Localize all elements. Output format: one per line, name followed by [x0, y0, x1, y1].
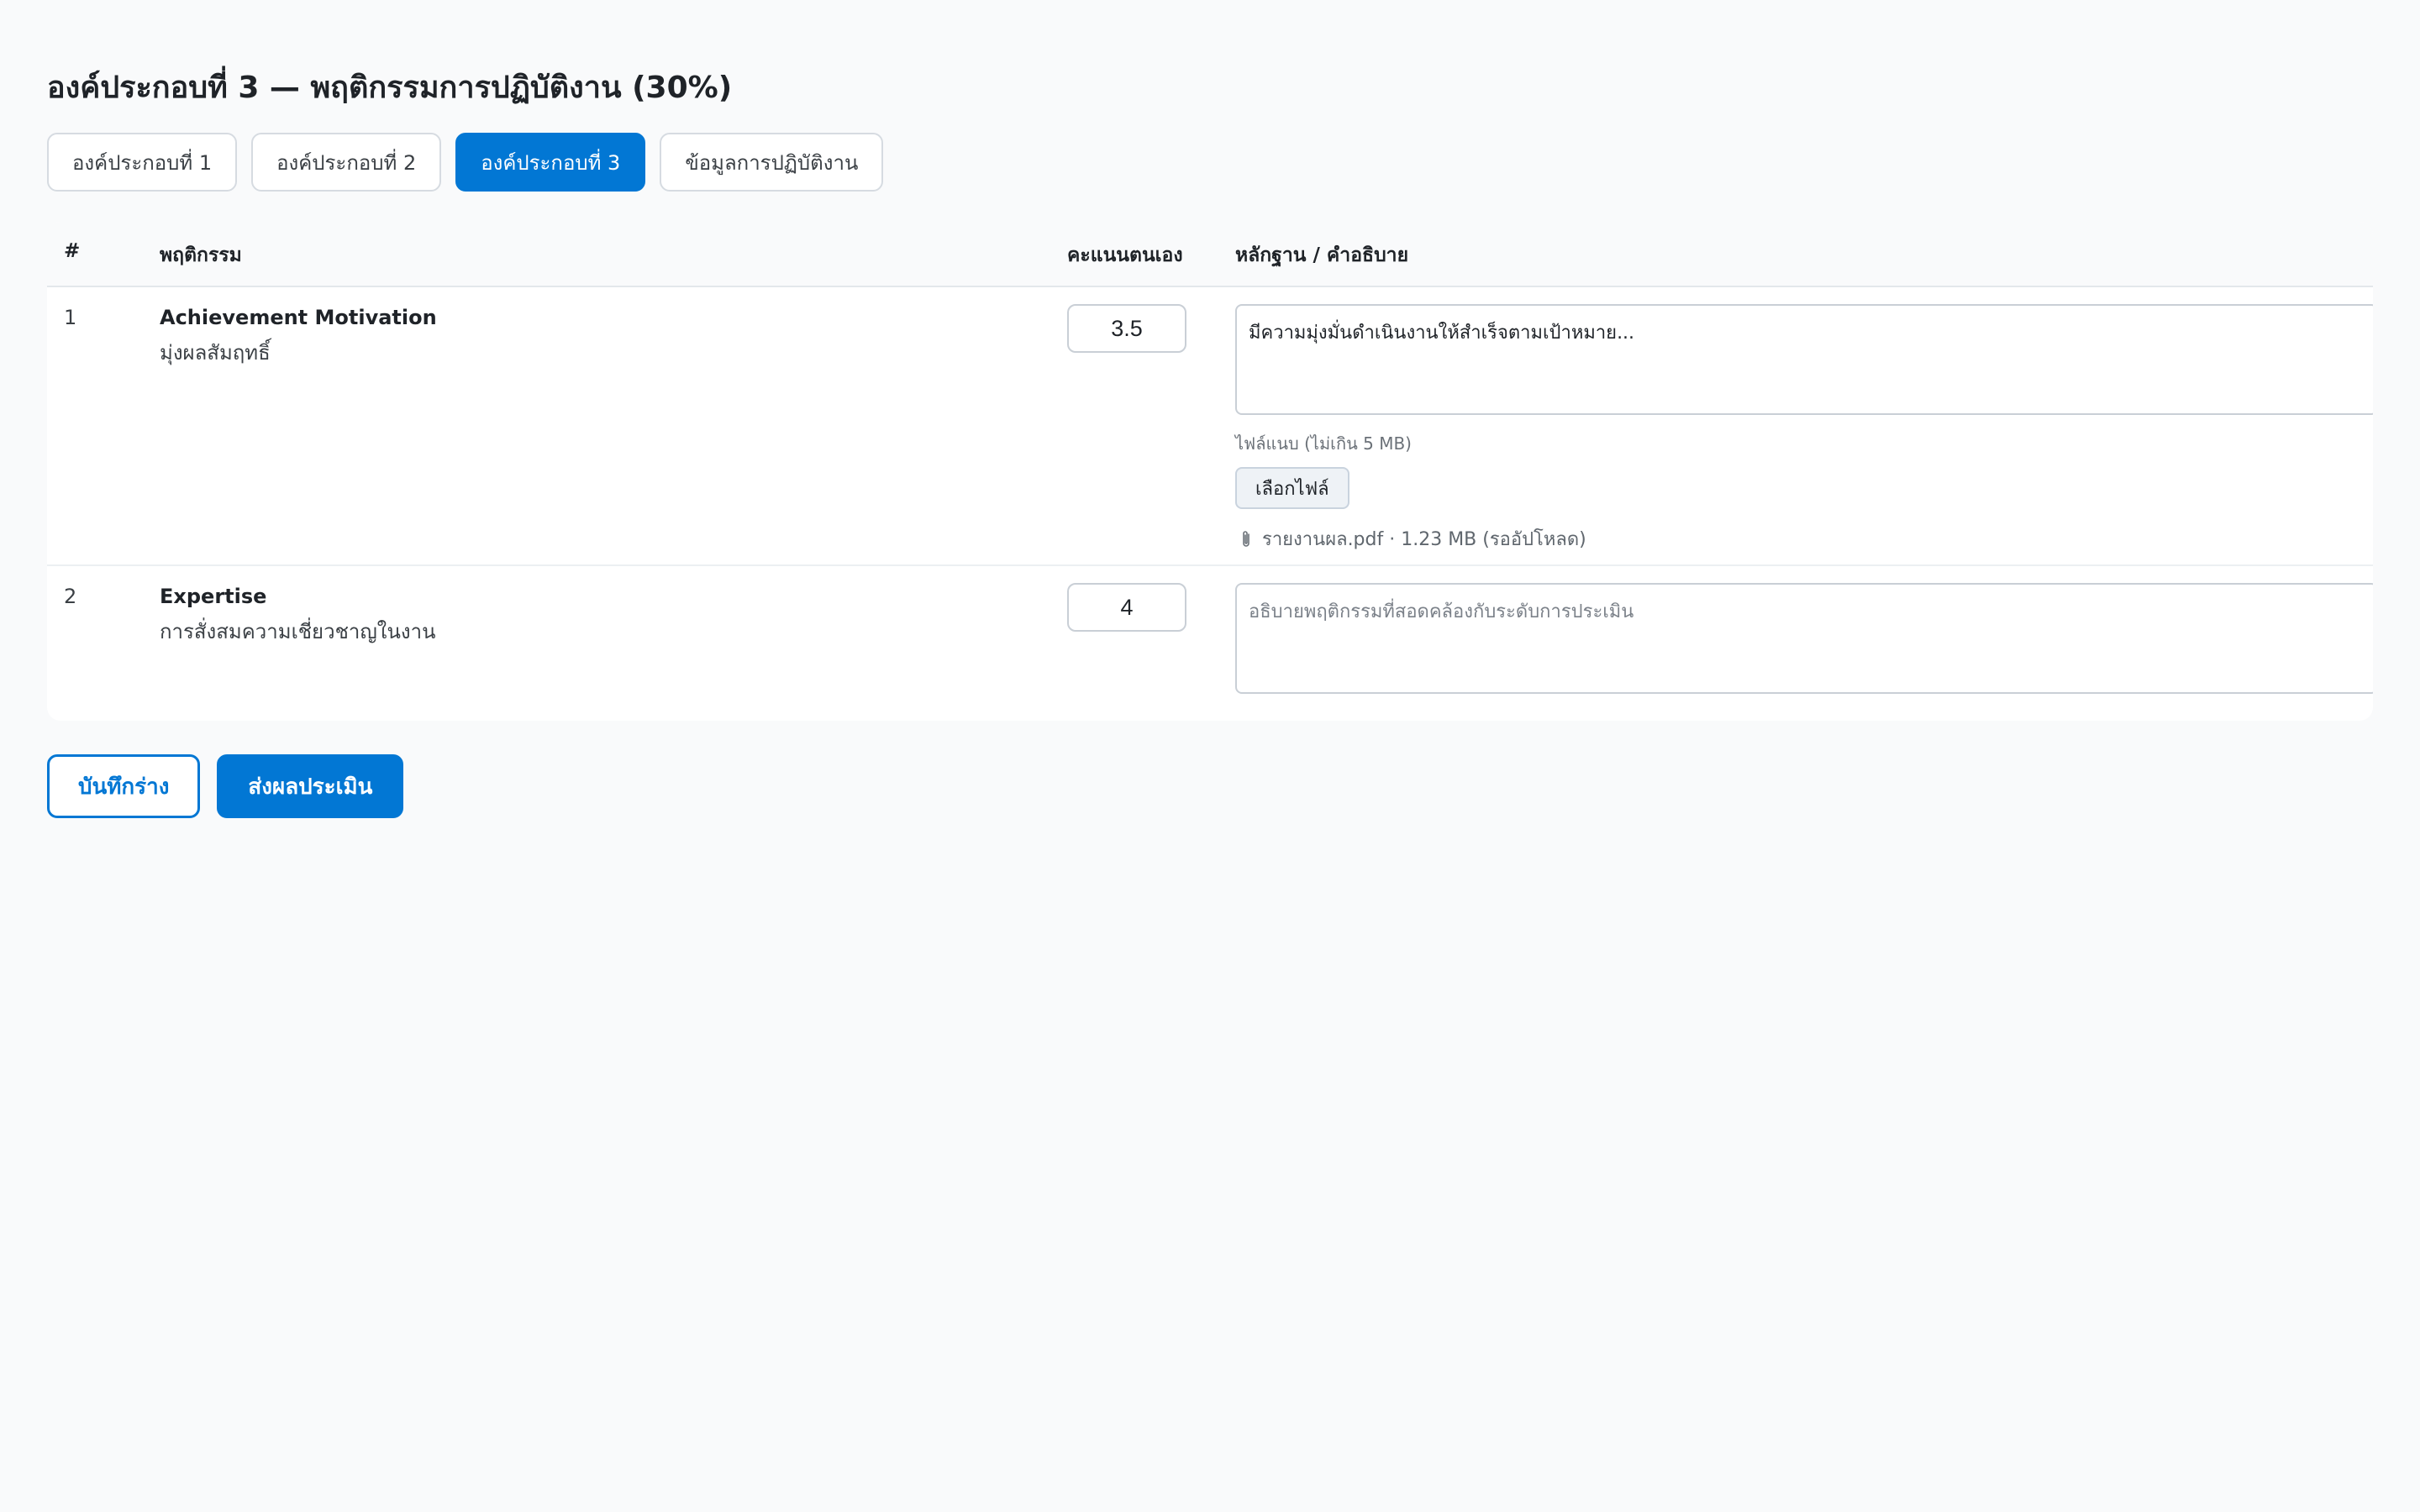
attachment-label: ไฟล์แนบ (ไม่เกิน 5 MB) [1235, 433, 1412, 454]
tab-performance-info[interactable]: ข้อมูลการปฏิบัติงาน [660, 133, 884, 192]
row-number: 2 [64, 585, 77, 608]
self-score-input[interactable] [1067, 583, 1186, 632]
paperclip-icon [1240, 529, 1252, 549]
evidence-textarea[interactable] [1235, 583, 2373, 694]
submit-assessment-button[interactable]: ส่งผลประเมิน [217, 754, 404, 818]
form-actions: บันทึกร่าง ส่งผลประเมิน [47, 754, 2373, 818]
tab-component-1[interactable]: องค์ประกอบที่ 1 [47, 133, 238, 192]
file-info-text: รายงานผล.pdf · 1.23 MB (รออัปโหลด) [1262, 529, 1586, 550]
component-tabs: องค์ประกอบที่ 1 องค์ประกอบที่ 2 องค์ประก… [47, 133, 2373, 192]
behavior-title-en: Achievement Motivation [160, 306, 437, 329]
evidence-textarea[interactable]: มีความมุ่งมั่นดำเนินงานให้สำเร็จตามเป้าห… [1235, 304, 2373, 415]
behavior-title-th: มุ่งผลสัมฤทธิ์ [160, 341, 271, 365]
table-header: # พฤติกรรม คะแนนตนเอง หลักฐาน / คำอธิบาย [47, 222, 2373, 287]
row-number: 1 [64, 306, 77, 329]
header-number: # [64, 240, 81, 262]
table-row: 2 Expertise การสั่งสมความเชี่ยวชาญในงาน [47, 566, 2373, 721]
header-self-score: คะแนนตนเอง [1067, 244, 1183, 266]
self-score-input[interactable] [1067, 304, 1186, 353]
header-behavior: พฤติกรรม [160, 244, 242, 266]
page-title: องค์ประกอบที่ 3 — พฤติกรรมการปฏิบัติงาน … [47, 71, 733, 105]
behavior-title-en: Expertise [160, 585, 267, 608]
save-draft-button[interactable]: บันทึกร่าง [47, 754, 201, 818]
tab-component-3[interactable]: องค์ประกอบที่ 3 [455, 133, 646, 192]
behavior-table: # พฤติกรรม คะแนนตนเอง หลักฐาน / คำอธิบาย… [47, 222, 2373, 721]
behavior-title-th: การสั่งสมความเชี่ยวชาญในงาน [160, 620, 436, 643]
tab-component-2[interactable]: องค์ประกอบที่ 2 [251, 133, 442, 192]
table-row: 1 Achievement Motivation มุ่งผลสัมฤทธิ์ … [47, 287, 2373, 566]
choose-file-button[interactable]: เลือกไฟล์ [1235, 467, 1349, 509]
header-evidence: หลักฐาน / คำอธิบาย [1235, 244, 1409, 266]
attached-file: รายงานผล.pdf · 1.23 MB (รออัปโหลด) [1240, 524, 1586, 554]
assessment-page: องค์ประกอบที่ 3 — พฤติกรรมการปฏิบัติงาน … [47, 66, 2373, 818]
